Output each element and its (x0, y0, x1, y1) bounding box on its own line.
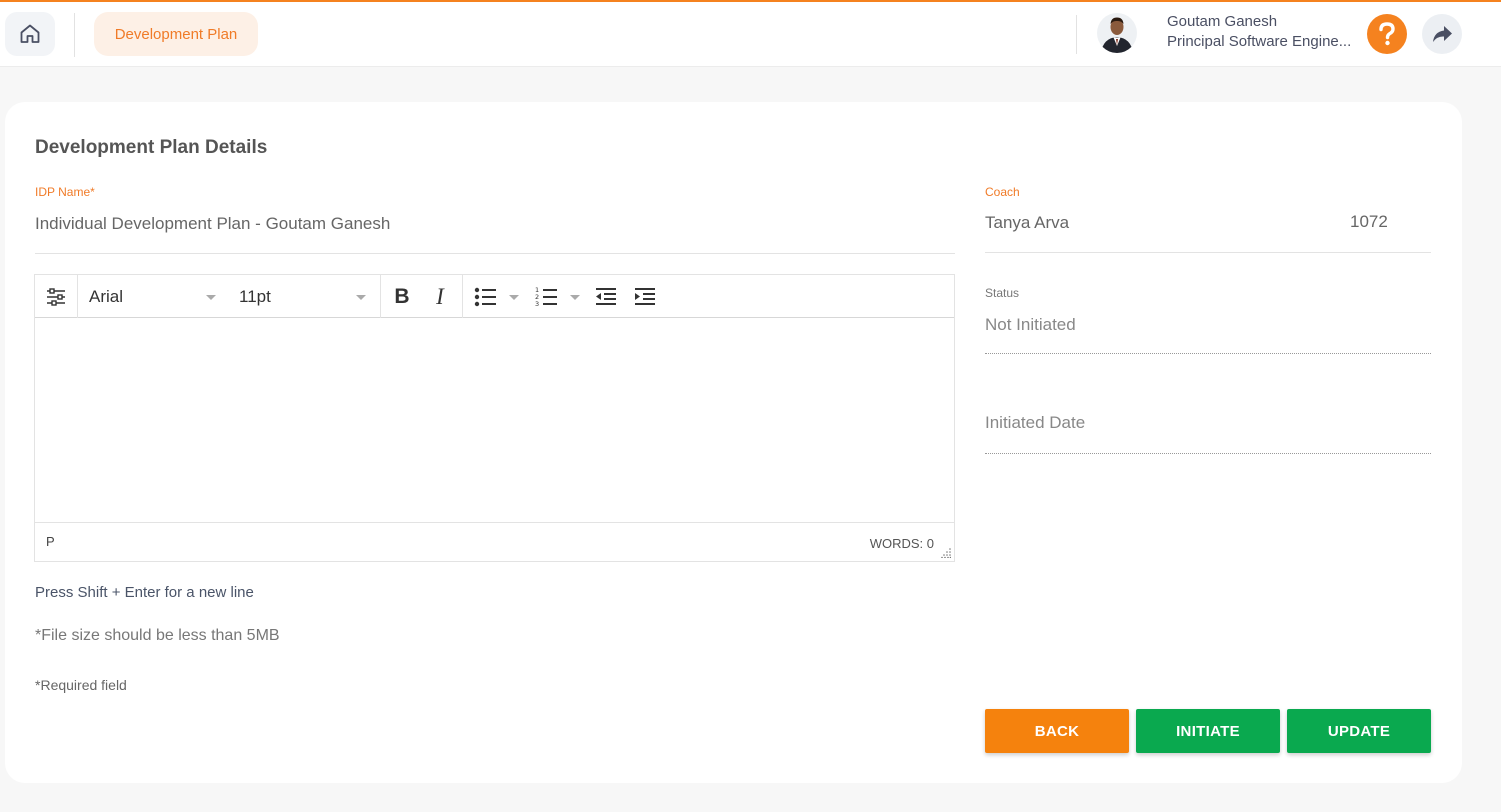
font-family-select[interactable]: Arial (78, 275, 228, 318)
toolbar-divider (462, 275, 463, 318)
indent-icon (635, 287, 655, 305)
avatar[interactable] (1097, 13, 1137, 53)
help-button[interactable] (1367, 14, 1407, 54)
idp-name-label-text: IDP Name (35, 185, 91, 199)
user-name: Goutam Ganesh (1167, 13, 1278, 30)
initiated-date-underline (985, 453, 1431, 454)
element-path[interactable]: P (46, 534, 55, 549)
home-button[interactable] (5, 12, 55, 56)
share-button[interactable] (1422, 14, 1462, 54)
editor-menu-button[interactable] (35, 275, 77, 318)
idp-name-value[interactable]: Individual Development Plan - Goutam Gan… (35, 214, 390, 234)
help-icon (1379, 22, 1395, 46)
chevron-down-icon (509, 295, 519, 300)
share-icon (1433, 26, 1452, 42)
numbered-list-icon: 1 2 3 (535, 286, 557, 308)
resize-handle-icon[interactable] (941, 548, 951, 558)
file-size-note: *File size should be less than 5MB (35, 627, 280, 644)
header-divider (74, 13, 75, 57)
bullet-list-button[interactable] (468, 275, 522, 318)
top-bar: Development Plan Goutam Ganesh Principal… (0, 0, 1501, 67)
font-size-select[interactable]: 11pt (228, 275, 379, 318)
required-field-note: *Required field (35, 677, 127, 693)
idp-name-underline (35, 253, 955, 254)
font-family-value: Arial (89, 287, 124, 306)
home-icon (20, 24, 40, 43)
initiated-date-field[interactable]: Initiated Date (985, 413, 1085, 433)
coach-underline (985, 252, 1431, 253)
outdent-button[interactable] (590, 275, 622, 318)
bullet-list-icon (474, 287, 496, 306)
header-divider (1076, 15, 1077, 54)
status-label: Status (985, 286, 1020, 300)
coach-id: 1072 (1350, 212, 1388, 231)
development-plan-card: Development Plan Details IDP Name* Indiv… (5, 102, 1462, 783)
sliders-icon (47, 287, 65, 306)
breadcrumb-development-plan[interactable]: Development Plan (94, 12, 258, 56)
bold-button[interactable]: B (385, 275, 419, 318)
chevron-down-icon (570, 295, 580, 300)
status-value: Not Initiated (985, 315, 1076, 334)
bold-icon: B (394, 284, 410, 308)
editor-status-bar: P WORDS: 0 (35, 522, 954, 561)
chevron-down-icon (206, 295, 216, 300)
editor-toolbar: Arial 11pt B I 1 2 3 (35, 275, 954, 318)
indent-button[interactable] (629, 275, 661, 318)
word-count: WORDS: 0 (869, 536, 934, 551)
chevron-down-icon (356, 295, 366, 300)
page-title: Development Plan Details (35, 137, 268, 158)
toolbar-divider (380, 275, 381, 318)
user-role: Principal Software Engine... (1167, 33, 1352, 50)
rich-text-editor: Arial 11pt B I 1 2 3 P WORDS: 0 (34, 274, 955, 562)
numbered-list-button[interactable]: 1 2 3 (528, 275, 582, 318)
outdent-icon (596, 287, 616, 305)
required-field-text: Required field (40, 677, 127, 693)
initiate-button[interactable]: INITIATE (1136, 709, 1280, 753)
svg-text:3: 3 (535, 300, 539, 308)
coach-label: Coach (985, 185, 1020, 199)
editor-content-area[interactable] (35, 318, 954, 522)
back-button[interactable]: BACK (985, 709, 1129, 753)
required-asterisk: * (90, 185, 95, 199)
italic-icon: I (436, 283, 444, 309)
status-underline (985, 353, 1431, 354)
font-size-value: 11pt (239, 287, 271, 306)
shift-enter-hint: Press Shift + Enter for a new line (35, 584, 254, 601)
italic-button[interactable]: I (423, 275, 457, 318)
idp-name-label: IDP Name* (35, 185, 95, 199)
update-button[interactable]: UPDATE (1287, 709, 1431, 753)
coach-name: Tanya Arva (985, 213, 1070, 232)
